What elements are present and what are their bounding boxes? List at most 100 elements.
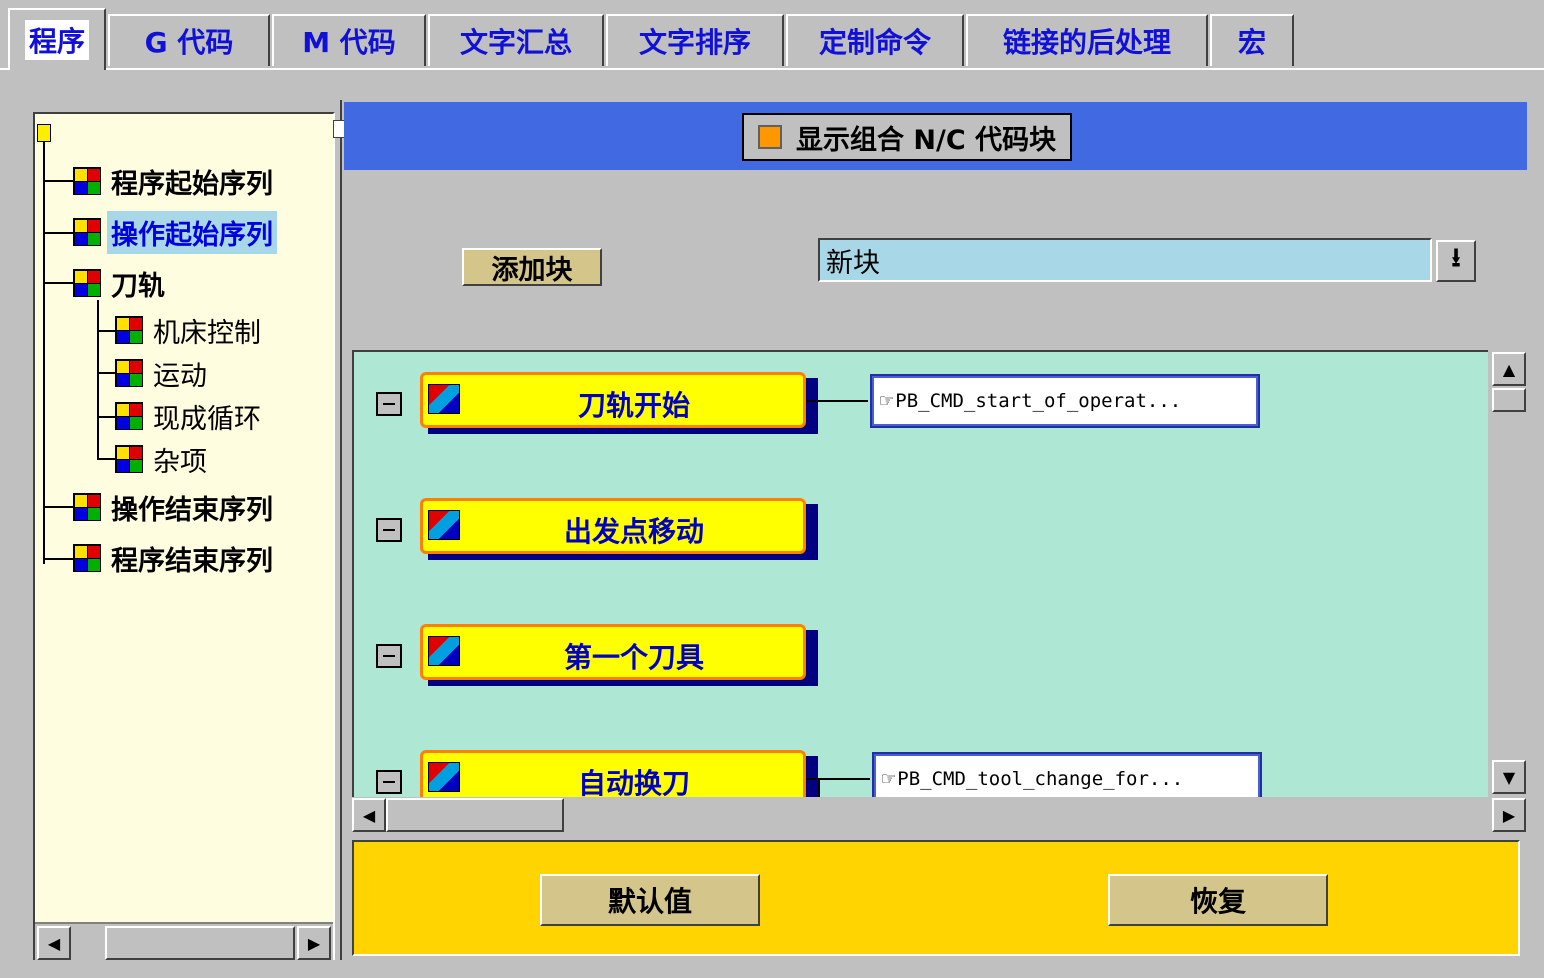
puzzle-icon: [428, 762, 460, 792]
new-block-field[interactable]: [818, 238, 1432, 282]
tree-item-label: 程序起始序列: [111, 168, 273, 200]
canvas-vertical-scrollbar[interactable]: ▲ ▼: [1490, 350, 1528, 797]
event-row: 自动换刀 ☞ PB_CMD_tool_change_for...: [354, 744, 1488, 797]
tree-connector: [97, 458, 115, 460]
add-block-button[interactable]: 添加块: [462, 248, 602, 286]
cube-icon: [73, 218, 101, 246]
tab-g-code[interactable]: G 代码: [108, 14, 270, 66]
hand-pointer-icon: ☞: [882, 766, 896, 792]
tab-macro-label: 宏: [1237, 26, 1266, 59]
tab-word-sequence[interactable]: 文字排序: [606, 14, 784, 66]
tree-connector: [43, 142, 45, 564]
connector-line: [806, 778, 870, 780]
cube-icon: [115, 402, 143, 430]
event-row: 出发点移动: [354, 492, 1488, 572]
panel-splitter[interactable]: [340, 100, 342, 960]
event-row: 第一个刀具: [354, 618, 1488, 698]
cube-icon: [73, 544, 101, 572]
restore-button[interactable]: 恢复: [1108, 874, 1328, 926]
scroll-right-icon[interactable]: ▶: [297, 926, 331, 960]
event-marker-label: 自动换刀: [577, 767, 690, 797]
tree-item-label: 程序结束序列: [111, 545, 273, 577]
tree-item-label: 操作结束序列: [111, 494, 273, 526]
block-options-header: 显示组合 N/C 代码块: [344, 102, 1527, 170]
command-block[interactable]: ☞ PB_CMD_tool_change_for...: [872, 752, 1262, 797]
default-button[interactable]: 默认值: [540, 874, 760, 926]
scroll-left-icon[interactable]: ◀: [37, 926, 71, 960]
tab-program[interactable]: 程序: [8, 8, 106, 70]
tab-custom-command-label: 定制命令: [818, 26, 931, 59]
sequence-tree: 程序起始序列 操作起始序列 刀轨 机床控制 运动 现成循环 杂项 操作结束序列 …: [33, 112, 335, 960]
command-block[interactable]: ☞ PB_CMD_start_of_operat...: [870, 374, 1260, 428]
tree-horizontal-scrollbar[interactable]: ◀ ▶: [35, 922, 333, 960]
collapse-toggle-icon[interactable]: [376, 644, 402, 668]
tab-linked-posts[interactable]: 链接的后处理: [966, 14, 1208, 66]
event-canvas: 刀轨开始 ☞ PB_CMD_start_of_operat... 出发点移动 第…: [352, 350, 1488, 797]
dropdown-arrow-icon[interactable]: ⭳: [1436, 240, 1476, 282]
tab-word-summary-label: 文字汇总: [459, 26, 572, 59]
tree-item-miscellaneous[interactable]: 杂项: [115, 437, 211, 481]
tree-connector: [97, 372, 115, 374]
tab-word-sequence-label: 文字排序: [638, 26, 751, 59]
action-footer: 默认值 恢复: [352, 840, 1520, 956]
tree-connector: [43, 282, 73, 284]
tree-item-label: 操作起始序列: [107, 210, 277, 254]
tab-word-summary[interactable]: 文字汇总: [428, 14, 604, 66]
collapse-toggle-icon[interactable]: [376, 392, 402, 416]
canvas-vscroll-thumb[interactable]: [1492, 388, 1526, 412]
tree-item-label: 机床控制: [153, 317, 261, 349]
tree-item-program-start[interactable]: 程序起始序列: [73, 159, 277, 203]
checkbox-icon[interactable]: [758, 125, 782, 149]
puzzle-icon: [428, 510, 460, 540]
canvas-horizontal-scrollbar[interactable]: ◀ ▶: [352, 797, 1528, 833]
puzzle-icon: [428, 384, 460, 414]
tree-item-operation-end[interactable]: 操作结束序列: [73, 485, 277, 529]
tree-connector: [43, 180, 73, 182]
puzzle-icon: [428, 636, 460, 666]
cube-icon: [115, 445, 143, 473]
cube-icon: [73, 269, 101, 297]
cube-icon: [115, 316, 143, 344]
event-marker-label: 第一个刀具: [563, 641, 704, 674]
scroll-up-icon[interactable]: ▲: [1492, 352, 1526, 386]
combined-nc-blocks-checkbox[interactable]: 显示组合 N/C 代码块: [742, 113, 1073, 161]
tab-macro[interactable]: 宏: [1210, 14, 1294, 66]
tab-program-label: 程序: [24, 20, 89, 60]
combined-nc-blocks-label: 显示组合 N/C 代码块: [796, 124, 1057, 156]
collapse-toggle-icon[interactable]: [376, 518, 402, 542]
connector-line: [818, 778, 820, 797]
tab-custom-command[interactable]: 定制命令: [786, 14, 964, 66]
tree-item-label: 刀轨: [111, 270, 165, 302]
cube-icon: [73, 167, 101, 195]
tree-root-folder-icon[interactable]: [37, 124, 51, 142]
tab-linked-posts-label: 链接的后处理: [1002, 26, 1171, 59]
tree-item-machine-control[interactable]: 机床控制: [115, 308, 265, 352]
tab-g-code-label: G 代码: [144, 26, 234, 59]
tree-connector: [43, 232, 73, 234]
tab-m-code[interactable]: M 代码: [272, 14, 426, 66]
tab-m-code-label: M 代码: [302, 26, 396, 59]
event-marker-label: 刀轨开始: [577, 389, 690, 422]
tree-connector: [97, 416, 115, 418]
command-block-label: PB_CMD_start_of_operat...: [895, 390, 1182, 412]
scroll-down-icon[interactable]: ▼: [1492, 760, 1526, 794]
tree-item-label: 杂项: [153, 446, 207, 478]
tree-item-operation-start[interactable]: 操作起始序列: [73, 210, 277, 254]
tree-scroll-thumb[interactable]: [105, 926, 295, 960]
event-row: 刀轨开始 ☞ PB_CMD_start_of_operat...: [354, 366, 1488, 446]
collapse-toggle-icon[interactable]: [376, 770, 402, 794]
tree-item-motion[interactable]: 运动: [115, 351, 211, 395]
canvas-hscroll-thumb[interactable]: [386, 798, 564, 832]
hand-pointer-icon: ☞: [880, 388, 894, 414]
cube-icon: [73, 493, 101, 521]
scroll-left-icon[interactable]: ◀: [352, 798, 386, 832]
scroll-right-icon[interactable]: ▶: [1492, 798, 1526, 832]
tree-item-label: 现成循环: [153, 403, 261, 435]
tree-connector: [97, 300, 99, 458]
tree-connector: [43, 506, 73, 508]
tree-item-toolpath[interactable]: 刀轨: [73, 261, 169, 305]
tree-item-canned-cycles[interactable]: 现成循环: [115, 394, 265, 438]
event-marker-label: 出发点移动: [563, 515, 704, 548]
tab-bar: 程序 G 代码 M 代码 文字汇总 文字排序 定制命令 链接的后处理 宏: [0, 0, 1544, 70]
tree-item-program-end[interactable]: 程序结束序列: [73, 536, 277, 580]
